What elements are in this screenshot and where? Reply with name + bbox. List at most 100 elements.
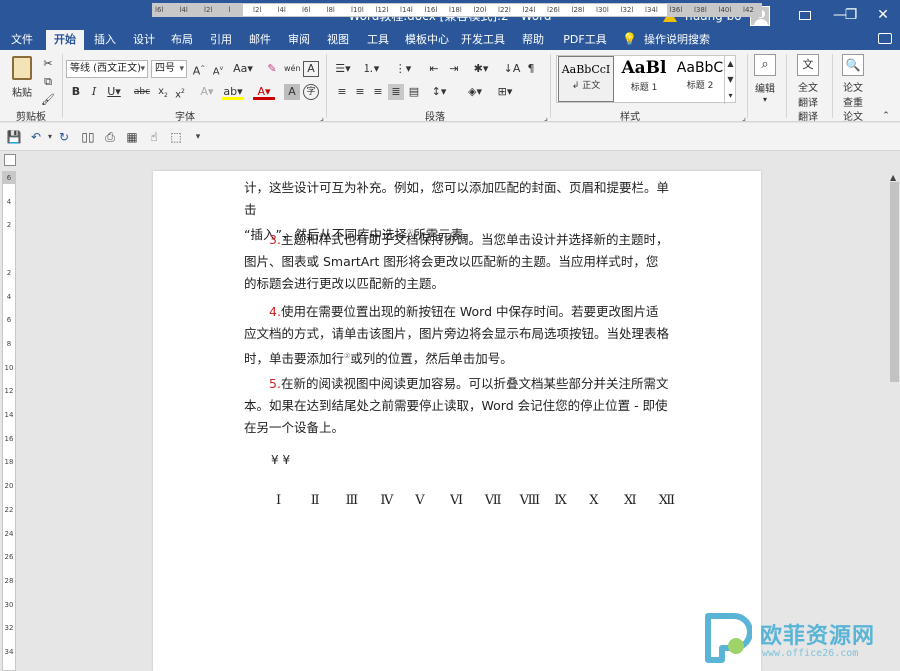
translate-label-line2: 翻译 [798,98,818,109]
save-icon[interactable]: 💾 [6,129,22,145]
comments-icon[interactable] [878,33,892,44]
scroll-up-icon[interactable]: ▲ [890,173,896,182]
separator [786,54,787,118]
roman-numeral: Ⅱ [310,493,320,508]
text-effects-icon[interactable]: A▾ [196,84,218,100]
tab-design[interactable]: 设计 [126,30,162,50]
tab-view[interactable]: 视图 [320,30,356,50]
justify-icon[interactable]: ≣ [388,84,404,100]
style-heading-1[interactable]: AaBl 标题 1 [616,56,672,102]
styles-scroll-up-icon[interactable]: ▲ [724,56,736,72]
align-center-icon[interactable]: ≡ [352,84,368,100]
cut-icon[interactable]: ✂ [40,56,56,72]
paragraph-text: 或列的位置，然后单击加号。 [350,351,513,367]
style-heading-2[interactable]: AaBbC 标题 2 [672,56,728,102]
document-page[interactable]: 计，这些设计可互为补充。例如，您可以添加匹配的封面、页眉和提要栏。单击 “插入”… [153,171,761,671]
ruler-tick-label: l18l [449,6,462,14]
list-number: 4. [269,304,281,319]
paste-label: 粘贴 [12,88,32,99]
touch-mode-icon[interactable]: ☝ [146,129,162,145]
phonetic-guide-icon[interactable]: wén [284,61,301,77]
tab-review[interactable]: 审阅 [281,30,317,50]
bold-icon[interactable]: B [68,84,84,100]
underline-icon[interactable]: U▾ [104,84,124,100]
subscript-icon[interactable]: x2 [155,84,171,100]
tab-help[interactable]: 帮助 [515,30,551,50]
change-case-icon[interactable]: Aa▾ [232,61,254,77]
font-size-combo[interactable]: 四号 [151,60,187,78]
tab-mailings[interactable]: 邮件 [242,30,278,50]
paste-button[interactable]: 粘贴 [8,56,36,104]
tab-file[interactable]: 文件 [4,30,40,50]
show-marks-icon[interactable]: ¶ [523,61,539,77]
sort-icon[interactable]: ↓A [502,61,522,77]
format-painter-icon[interactable]: 🖌 [40,92,56,108]
tab-insert[interactable]: 插入 [87,30,123,50]
character-border-icon[interactable]: A [303,61,319,77]
close-button[interactable]: ✕ [863,0,900,30]
align-left-icon[interactable]: ≡ [334,84,350,100]
lightbulb-icon[interactable]: 💡 [622,30,637,50]
grow-font-icon[interactable]: A^ [191,61,207,78]
paragraph-3[interactable]: 4.使用在需要位置出现的新按钮在 Word 中保存时间。若要更改图片适应文档的方… [244,301,669,370]
highlight-icon[interactable]: ab▾ [222,84,244,100]
shrink-font-icon[interactable]: Av [210,61,226,77]
paper-label-line1: 论文 [843,83,863,94]
tab-selector[interactable] [4,154,16,166]
shading-icon[interactable]: ◈▾ [464,84,486,100]
enclose-characters-icon[interactable]: 字 [303,84,319,100]
decrease-indent-icon[interactable]: ⇤ [426,61,442,77]
paragraph-text: 主题和样式也有助于文档保持协调。当您单击设计并选择新的主题时，图片、图表或 Sm… [244,232,669,291]
print-preview-icon[interactable]: ⎙ [102,129,118,145]
ruler-tick-label: l20l [473,6,487,14]
styles-scroll-down-icon[interactable]: ▼ [724,72,736,88]
italic-icon[interactable]: I [86,84,102,100]
draw-table-icon[interactable]: ▦ [124,129,140,145]
chinese-layout-icon[interactable]: ✱▾ [470,61,492,77]
line-spacing-icon[interactable]: ↕▾ [428,84,450,100]
editing-button[interactable]: ⌕ 编辑 ▾ [750,54,780,104]
screenshot-icon[interactable]: ⬚ [168,129,184,145]
distributed-icon[interactable]: ▤ [406,84,422,100]
separator [747,54,748,118]
horizontal-ruler[interactable]: l6l l4l l2l l l2l l4l l6l l8l l10l l12l l14l l16l l1… [152,3,762,17]
bullets-icon[interactable]: ☰▾ [332,61,354,77]
ribbon-display-options-button[interactable] [785,0,825,30]
styles-more-icon[interactable]: ▾ [724,88,736,104]
tab-layout[interactable]: 布局 [164,30,200,50]
tab-references[interactable]: 引用 [203,30,239,50]
full-text-translate-button[interactable]: 文 全文 翻译 [790,54,826,109]
font-color-icon[interactable]: A▾ [253,84,275,100]
paragraph-4[interactable]: 5.在新的阅读视图中阅读更加容易。可以折叠文档某些部分并关注所需文本。如果在达到… [244,373,669,439]
tab-pdf-tools[interactable]: PDF工具集 [558,30,612,65]
customize-qat-icon[interactable]: ▾ [190,129,206,145]
tab-home[interactable]: 开始 [46,30,84,50]
strikethrough-icon[interactable]: abc [132,84,152,100]
paper-check-button[interactable]: 🔍 论文 查重 [836,54,870,109]
tab-template-center[interactable]: 模板中心 [402,30,452,50]
character-shading-icon[interactable]: A [284,84,300,100]
scrollbar-thumb[interactable] [890,182,899,382]
numbering-icon[interactable]: ⒈▾ [360,61,382,77]
paragraph-2[interactable]: 3.主题和样式也有助于文档保持协调。当您单击设计并选择新的主题时，图片、图表或 … [244,229,669,295]
align-right-icon[interactable]: ≡ [370,84,386,100]
increase-indent-icon[interactable]: ⇥ [446,61,462,77]
copy-icon[interactable]: ⧉ [40,74,56,90]
tab-tools[interactable]: 工具 [360,30,396,50]
clear-formatting-icon[interactable]: ✎ [264,61,280,77]
vertical-ruler[interactable]: 6 4 2 2 4 6 8 10 12 14 16 18 20 22 24 26 28 30 32 34 [2,171,16,671]
tell-me-search[interactable]: 操作说明搜索 [644,30,710,50]
read-mode-icon[interactable]: ▯▯ [80,129,96,145]
ruler-tick-label: 22 [4,505,14,514]
style-normal[interactable]: AaBbCcI ↲ 正文 [558,56,614,102]
ruler-tick-label: 28 [4,576,14,585]
redo-icon[interactable]: ↻ [56,129,72,145]
collapse-ribbon-icon[interactable]: ⌃ [878,108,894,124]
paragraph-text: 在新的阅读视图中阅读更加容易。可以折叠文档某些部分并关注所需文本。如果在达到结尾… [244,376,669,435]
superscript-icon[interactable]: x2 [172,84,188,100]
ruler-tick-label: 18 [4,458,14,467]
font-name-combo[interactable]: 等线 (西文正文) [66,60,148,78]
multilevel-list-icon[interactable]: ⋮▾ [392,61,414,77]
borders-icon[interactable]: ⊞▾ [494,84,516,100]
tab-developer[interactable]: 开发工具 [458,30,508,50]
